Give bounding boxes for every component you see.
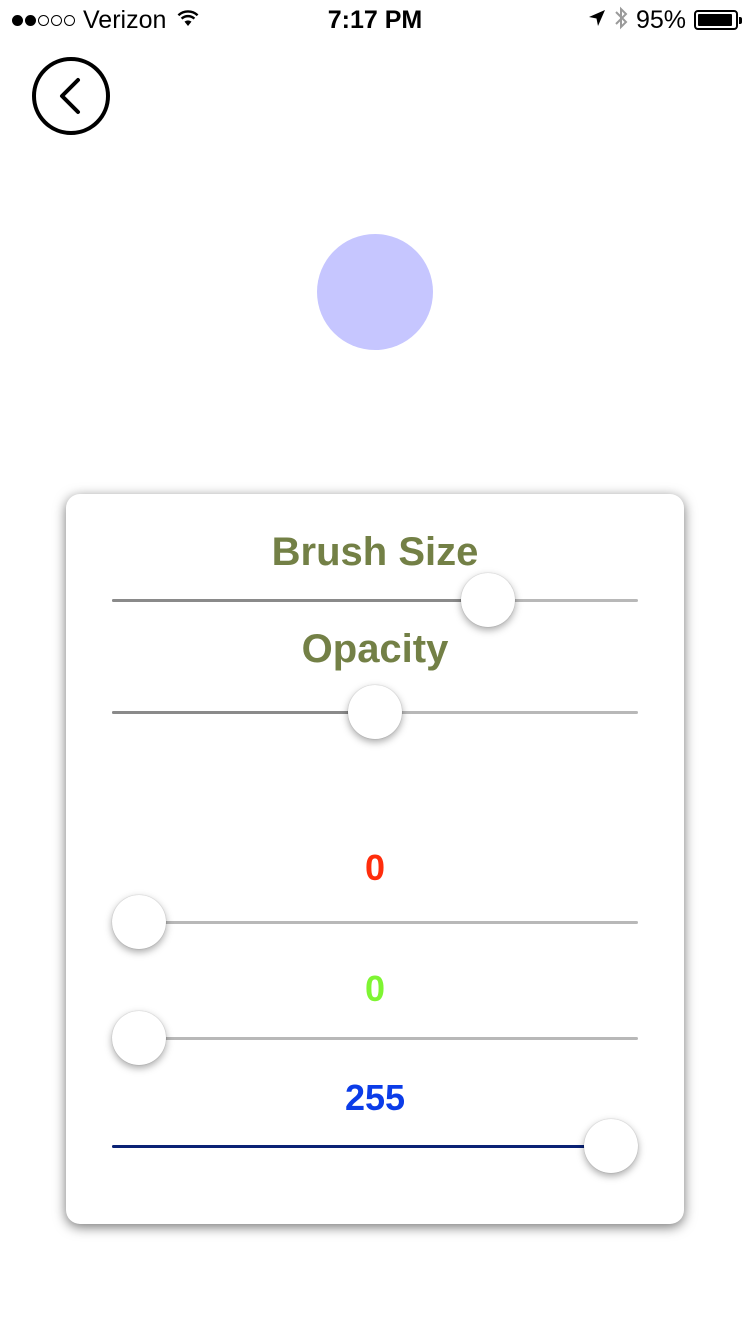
opacity-label: Opacity (301, 627, 449, 671)
red-value-label: 0 (364, 847, 386, 888)
status-right: 95% (588, 5, 742, 35)
red-slider[interactable] (112, 893, 638, 953)
battery-percent: 95% (635, 5, 686, 34)
green-slider[interactable] (112, 1009, 638, 1069)
slider-fill (112, 711, 375, 714)
brush-preview-circle (317, 234, 433, 350)
slider-fill (112, 599, 489, 602)
slider-fill (112, 1145, 611, 1148)
battery-icon (694, 10, 742, 30)
slider-thumb[interactable] (112, 895, 166, 949)
chevron-left-icon (60, 78, 80, 114)
battery-level (698, 14, 733, 26)
opacity-slider[interactable] (112, 683, 638, 743)
slider-thumb[interactable] (461, 573, 516, 627)
back-button[interactable] (32, 57, 110, 135)
slider-track (112, 1037, 638, 1040)
brush-size-label: Brush Size (271, 530, 479, 574)
slider-thumb[interactable] (112, 1011, 166, 1065)
brush-settings-panel: Brush Size Opacity 0 0 255 (66, 494, 684, 1224)
green-value-label: 0 (364, 968, 386, 1009)
status-bar: Verizon 7:17 PM 95% (0, 0, 750, 40)
slider-thumb[interactable] (584, 1119, 638, 1173)
location-arrow-icon (588, 9, 606, 32)
blue-value-label: 255 (344, 1077, 406, 1118)
blue-slider[interactable] (112, 1117, 638, 1177)
slider-track (112, 921, 638, 924)
bluetooth-icon (614, 6, 628, 35)
brush-size-slider[interactable] (112, 571, 638, 631)
slider-thumb[interactable] (348, 685, 402, 739)
